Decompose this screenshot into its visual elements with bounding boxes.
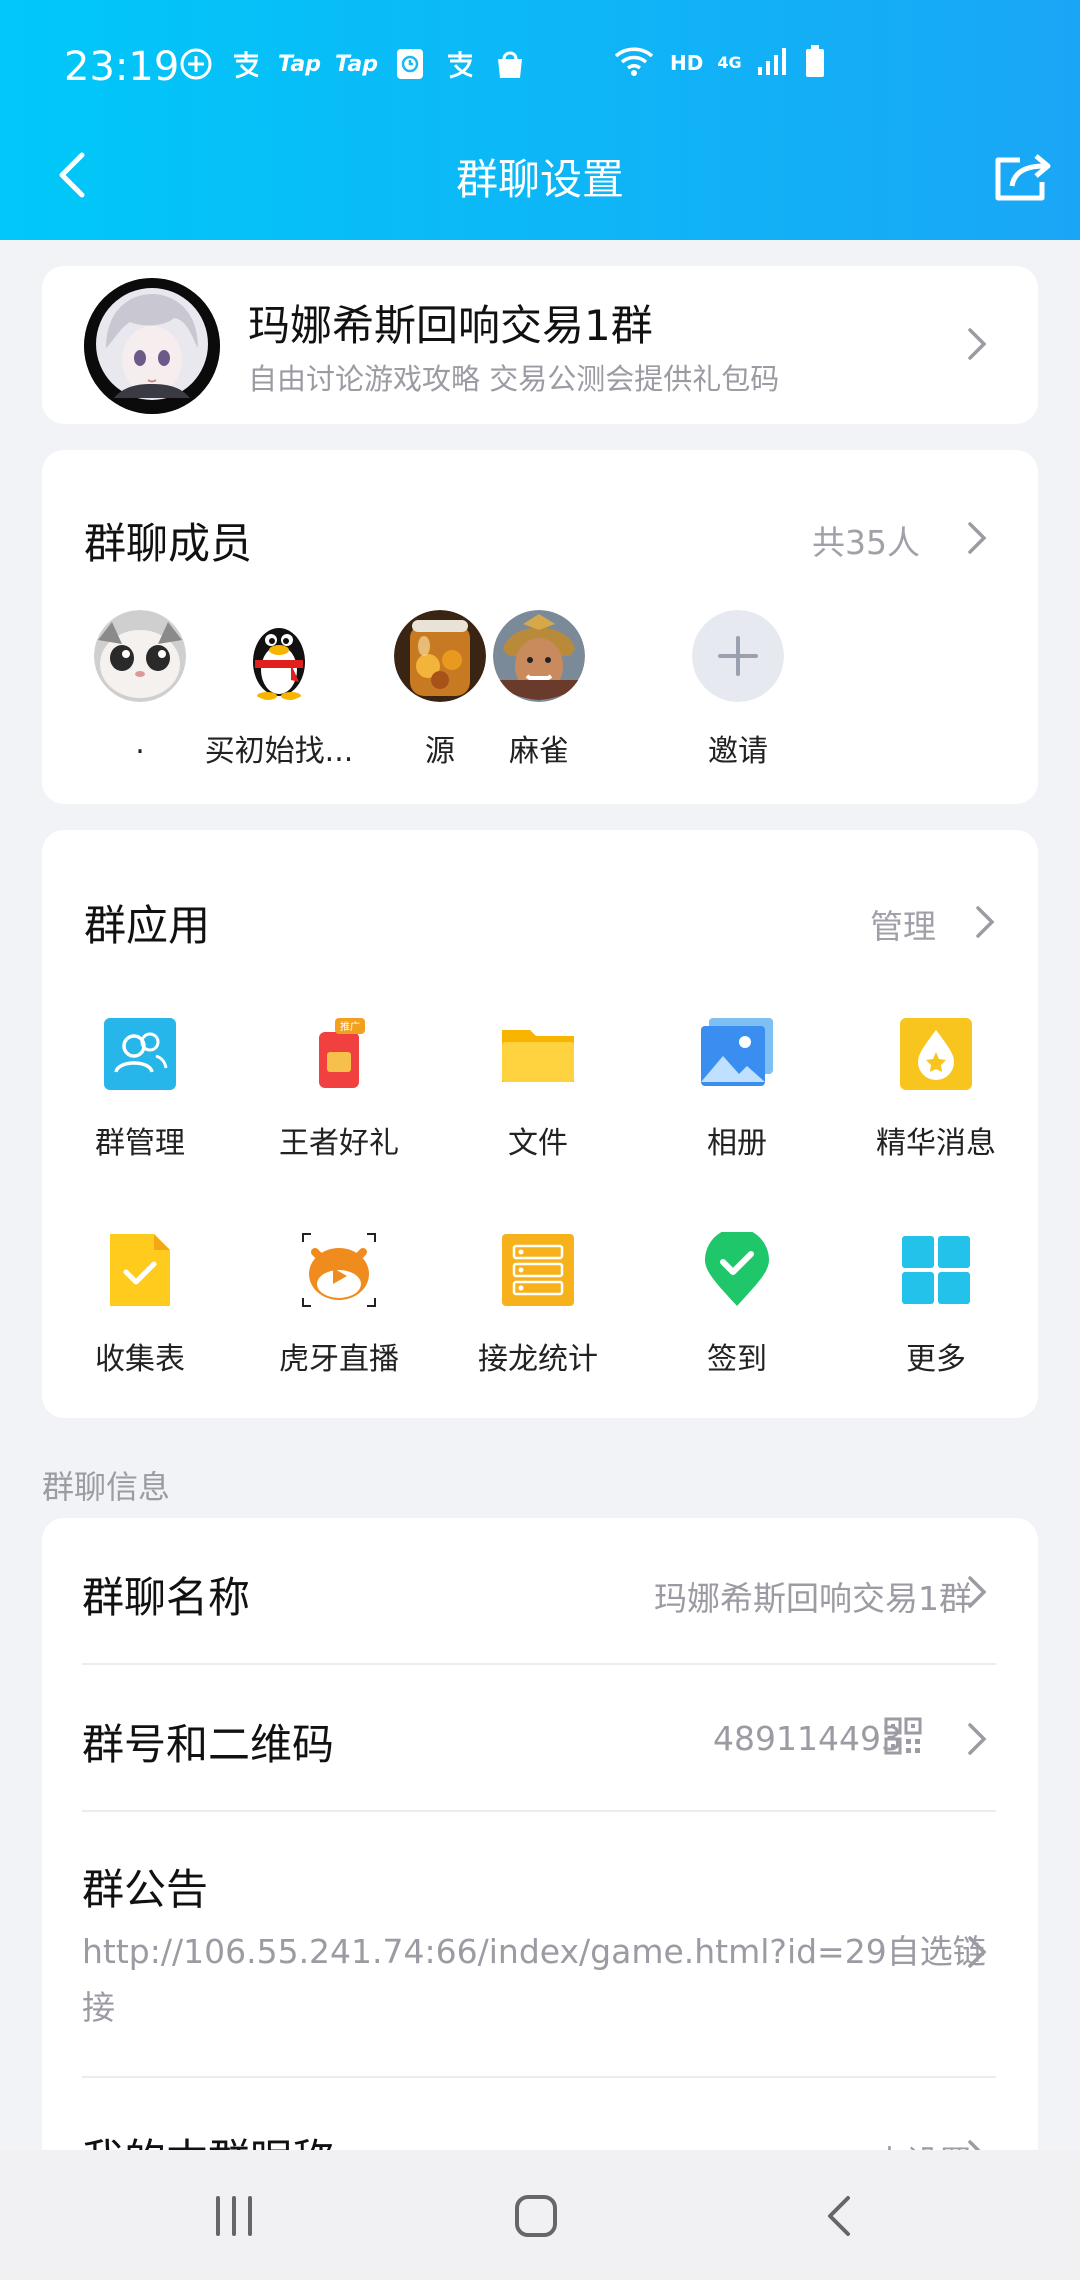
group-name: 玛娜希斯回响交易1群	[248, 301, 653, 350]
group-number-row[interactable]: 群号和二维码 489114493	[42, 1665, 1038, 1811]
recent-apps-icon[interactable]	[212, 2194, 256, 2238]
member-avatar-cat	[94, 610, 186, 702]
app-relay[interactable]: 接龙统计	[438, 1232, 638, 1378]
members-card: 群聊成员 共35人 . 买初始找... 源 麻雀 邀请	[42, 450, 1038, 804]
system-navigation-bar	[0, 2150, 1080, 2280]
chevron-right-icon[interactable]	[974, 904, 996, 940]
gift-badge: 推广	[340, 1020, 360, 1033]
group-avatar	[84, 278, 220, 414]
group-notice-row[interactable]: 群公告 http://106.55.241.74:66/index/game.h…	[42, 1812, 1038, 2076]
app-huya[interactable]: 虎牙直播	[239, 1232, 439, 1378]
app-label: 相册	[707, 1126, 767, 1161]
gift-icon: 推广	[319, 1018, 365, 1088]
app-form[interactable]: 收集表	[40, 1232, 240, 1378]
app-label: 接龙统计	[478, 1342, 598, 1377]
app-label: 文件	[508, 1126, 568, 1161]
shopping-bag-icon	[492, 46, 528, 82]
app-checkin[interactable]: 签到	[637, 1232, 837, 1378]
chevron-right-icon	[968, 1576, 987, 1608]
app-gift[interactable]: 推广 王者好礼	[239, 1016, 439, 1162]
app-header: 23:19 Tap Tap HD 4G 群聊设置	[0, 0, 1080, 240]
huya-icon	[302, 1233, 376, 1307]
battery-icon	[804, 44, 826, 82]
app-label: 更多	[906, 1342, 966, 1377]
tap-icon: Tap	[278, 51, 321, 77]
share-button[interactable]	[990, 148, 1054, 204]
chevron-right-icon	[968, 1936, 987, 1968]
clock-app-icon	[392, 46, 428, 82]
wifi-icon	[612, 44, 656, 82]
app-essence[interactable]: 精华消息	[836, 1016, 1036, 1162]
alipay-icon	[228, 46, 264, 82]
group-number-value: 489114493	[713, 1719, 902, 1758]
group-description: 自由讨论游戏攻略 交易公测会提供礼包码	[248, 362, 780, 396]
app-more[interactable]: 更多	[836, 1232, 1036, 1378]
info-section-label: 群聊信息	[42, 1468, 171, 1506]
relay-icon	[502, 1234, 574, 1306]
checkin-icon	[705, 1232, 769, 1306]
notification-icons: Tap Tap	[178, 46, 528, 82]
group-number-row-title: 群号和二维码	[82, 1720, 335, 1769]
qr-code-icon[interactable]	[884, 1717, 922, 1755]
signal-icon	[756, 45, 790, 81]
page-title: 群聊设置	[455, 155, 624, 204]
plus-circle-icon	[178, 46, 214, 82]
app-group-manage[interactable]: 群管理	[40, 1016, 240, 1162]
folder-icon	[502, 1030, 574, 1082]
member-name: 麻雀	[509, 734, 569, 769]
app-files[interactable]: 文件	[438, 1016, 638, 1162]
member-count[interactable]: 共35人	[812, 516, 920, 564]
alipay-icon	[442, 46, 478, 82]
home-icon[interactable]	[512, 2192, 560, 2240]
apps-manage-link[interactable]: 管理	[870, 900, 936, 948]
essence-icon	[900, 1018, 972, 1090]
app-label: 王者好礼	[279, 1126, 399, 1161]
album-icon	[701, 1018, 773, 1086]
app-label: 精华消息	[876, 1126, 996, 1161]
group-name-row[interactable]: 群聊名称 玛娜希斯回响交易1群	[42, 1518, 1038, 1664]
invite-label: 邀请	[708, 734, 768, 769]
app-label: 虎牙直播	[279, 1342, 399, 1377]
group-manage-icon	[104, 1018, 176, 1090]
form-icon	[110, 1234, 170, 1306]
group-name-row-title: 群聊名称	[82, 1573, 251, 1622]
member-avatar-penguin	[233, 610, 325, 702]
group-profile-card[interactable]: 玛娜希斯回响交易1群 自由讨论游戏攻略 交易公测会提供礼包码	[42, 266, 1038, 424]
hd-voice-badge: HD	[670, 51, 704, 75]
more-grid-icon	[902, 1236, 970, 1304]
nav-back-icon[interactable]	[820, 2194, 860, 2238]
members-title: 群聊成员	[84, 519, 253, 568]
app-label: 群管理	[95, 1126, 185, 1161]
system-status-icons: HD 4G	[612, 44, 826, 82]
chevron-right-icon	[968, 328, 987, 360]
group-notice-row-title: 群公告	[82, 1865, 209, 1914]
chevron-right-icon[interactable]	[966, 520, 988, 556]
invite-plus-icon	[692, 610, 784, 702]
app-label: 收集表	[95, 1342, 185, 1377]
status-bar: 23:19 Tap Tap HD 4G	[0, 0, 1080, 130]
group-apps-card: 群应用 管理 群管理 推广 王者好礼 文件 相册 精华消息 收集表 虎牙直播 接…	[42, 830, 1038, 1418]
chevron-right-icon	[968, 1723, 987, 1755]
app-label: 签到	[707, 1342, 767, 1377]
group-notice-text: http://106.55.241.74:66/index/game.html?…	[82, 1932, 986, 2027]
status-time: 23:19	[64, 44, 180, 90]
apps-title: 群应用	[84, 901, 211, 950]
tap-icon: Tap	[335, 51, 378, 77]
network-type-badge: 4G	[717, 53, 742, 72]
invite-member-button[interactable]: 邀请	[638, 610, 838, 770]
member-item[interactable]: 麻雀	[439, 610, 639, 770]
member-avatar-warrior	[493, 610, 585, 702]
app-album[interactable]: 相册	[637, 1016, 837, 1162]
group-name-row-value: 玛娜希斯回响交易1群	[654, 1579, 972, 1618]
